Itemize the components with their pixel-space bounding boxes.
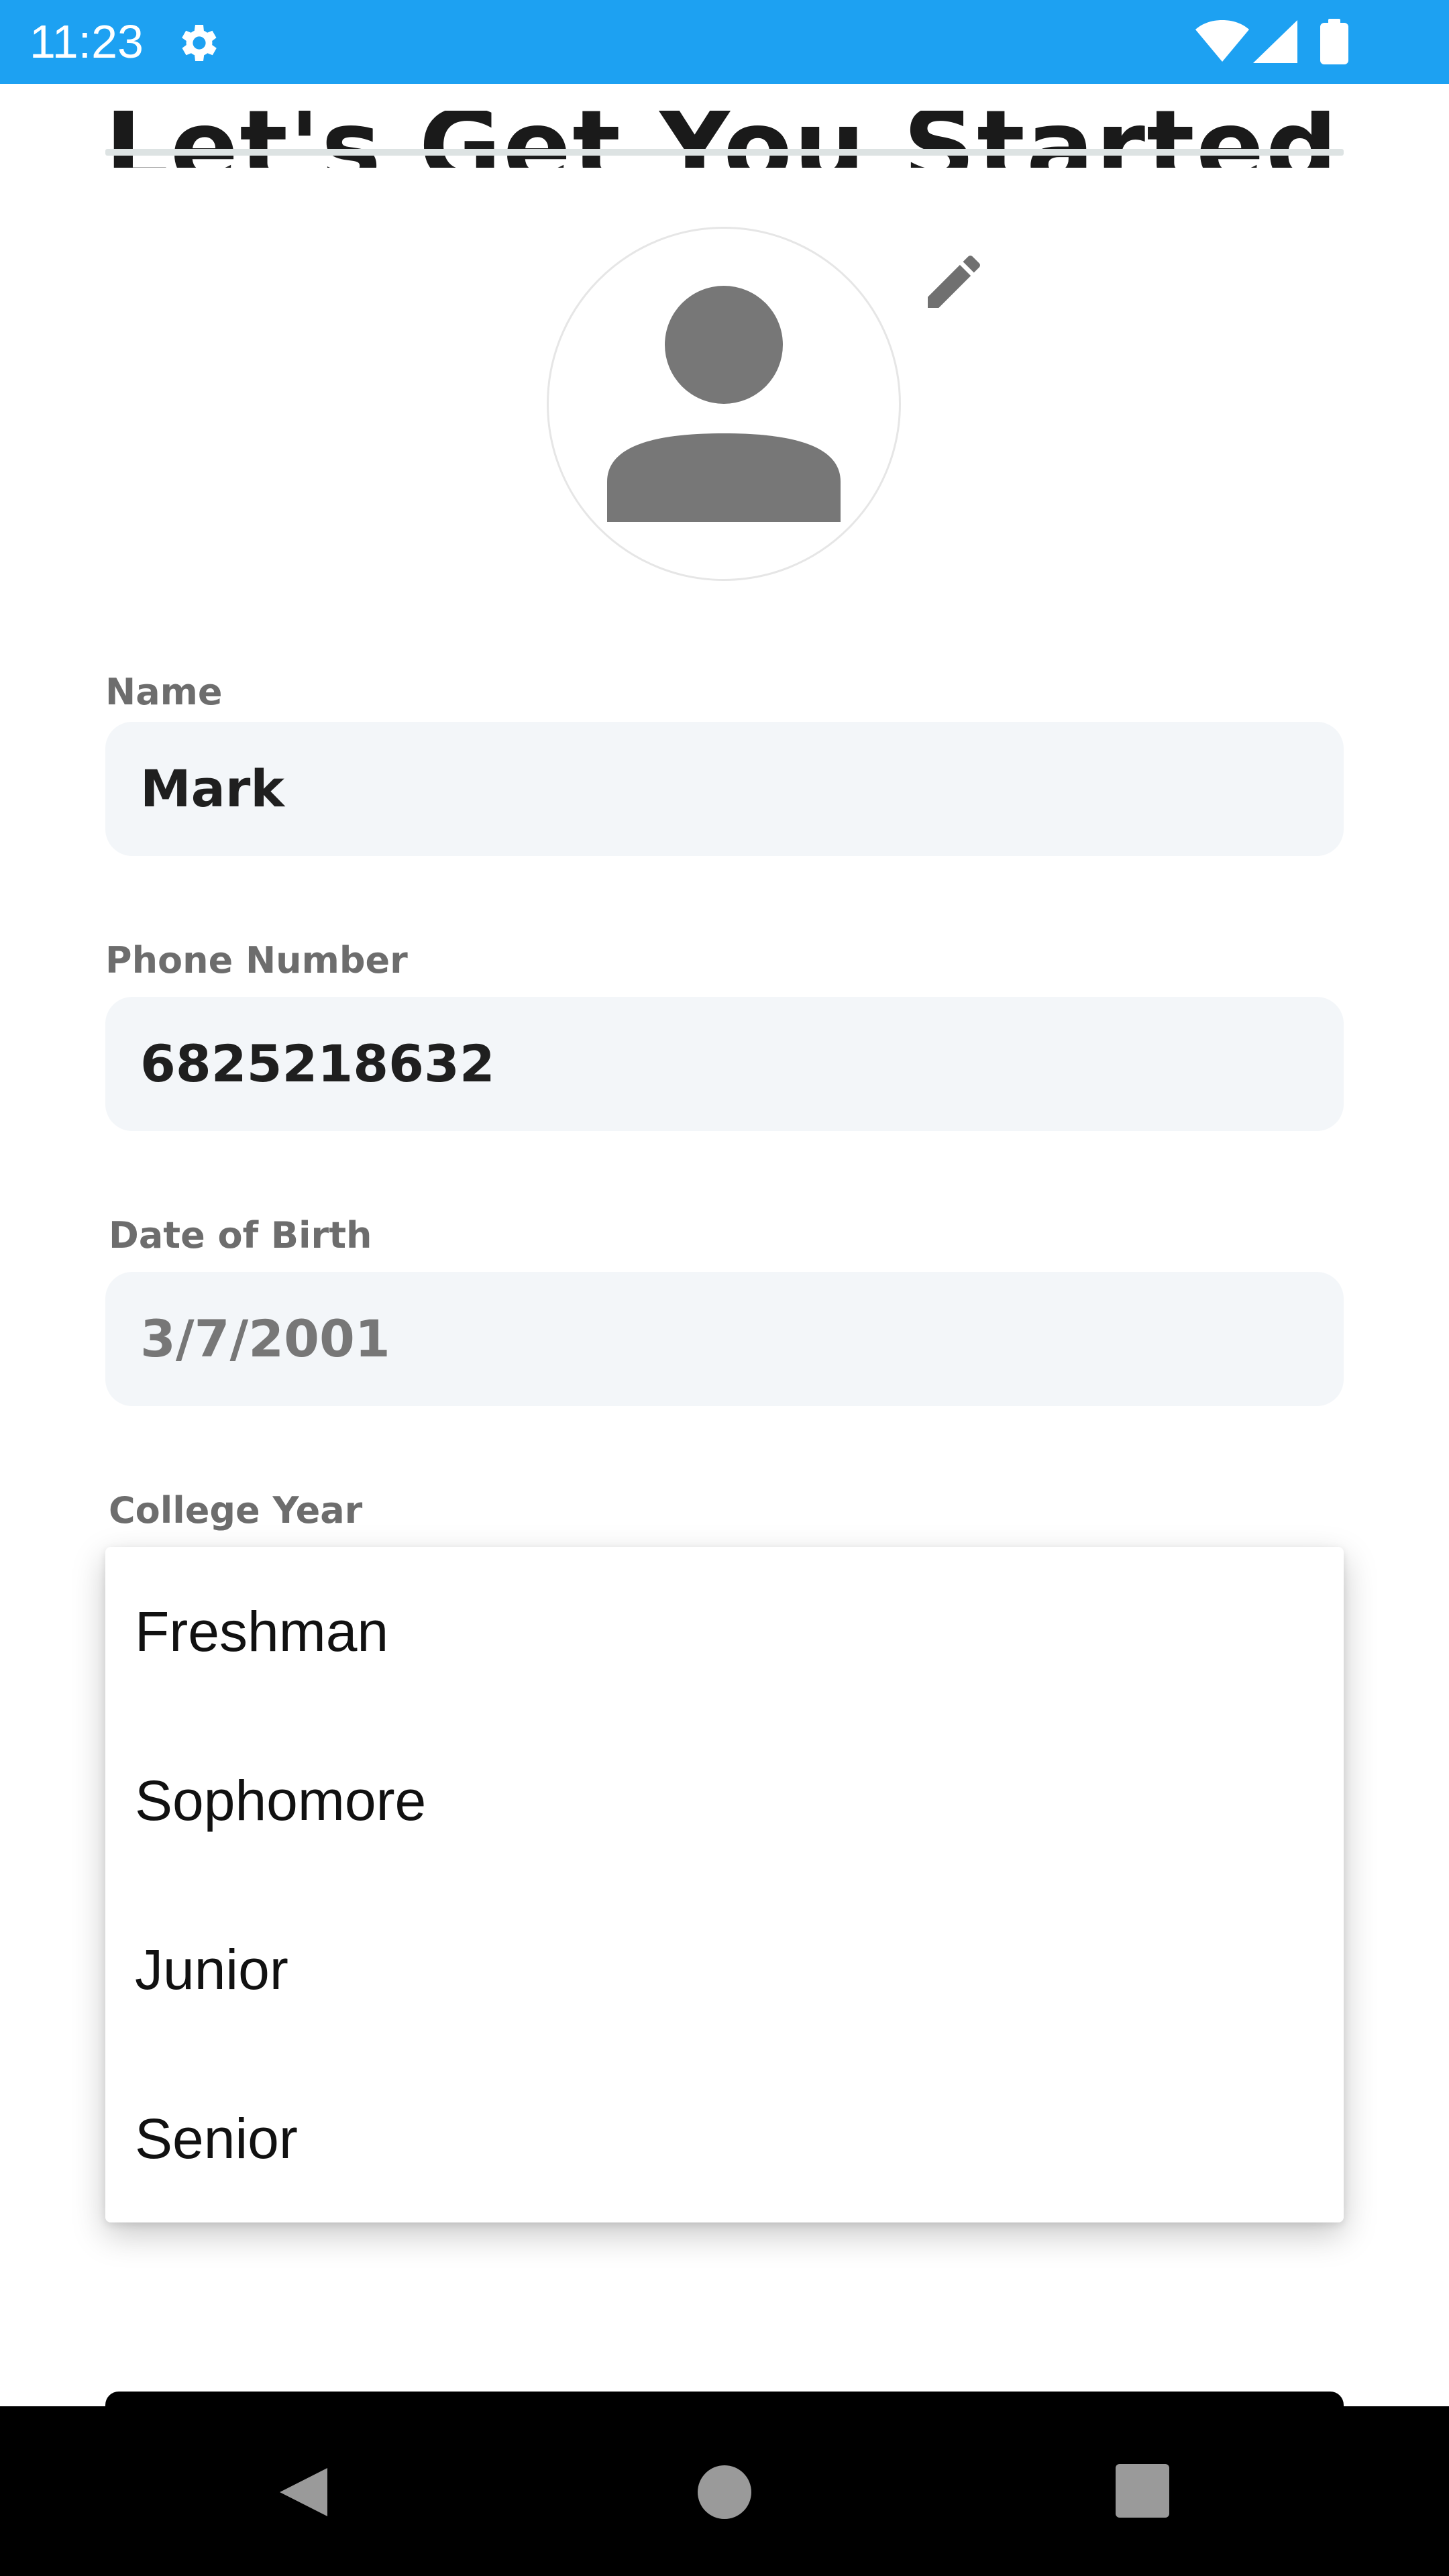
option-label: Junior bbox=[135, 1938, 288, 2001]
page-title: Let's Get You Started bbox=[105, 111, 1339, 168]
recents-icon[interactable] bbox=[1116, 2464, 1169, 2518]
option-label: Senior bbox=[135, 2107, 298, 2170]
college-year-dropdown[interactable]: Freshman Sophomore Junior Senior bbox=[105, 1547, 1344, 2222]
option-label: Sophomore bbox=[135, 1769, 427, 1832]
signal-icon bbox=[1253, 20, 1297, 63]
wifi-icon bbox=[1195, 20, 1249, 62]
option-freshman[interactable]: Freshman bbox=[105, 1547, 1344, 1716]
person-icon bbox=[607, 286, 841, 522]
pencil-icon[interactable] bbox=[919, 247, 989, 317]
option-junior[interactable]: Junior bbox=[105, 1885, 1344, 2054]
gear-icon bbox=[182, 25, 217, 61]
phone-value: 6825218632 bbox=[140, 1034, 495, 1093]
phone-label: Phone Number bbox=[105, 939, 408, 981]
battery-icon bbox=[1320, 19, 1348, 64]
name-label: Name bbox=[105, 671, 223, 713]
name-value: Mark bbox=[140, 759, 284, 818]
title-divider bbox=[105, 149, 1344, 156]
name-field[interactable]: Mark bbox=[105, 722, 1344, 856]
option-label: Freshman bbox=[135, 1600, 389, 1663]
status-time: 11:23 bbox=[30, 15, 144, 68]
status-bar: 11:23 bbox=[0, 0, 1449, 84]
home-icon[interactable] bbox=[698, 2465, 751, 2519]
dob-label: Date of Birth bbox=[109, 1214, 372, 1256]
phone-field[interactable]: 6825218632 bbox=[105, 997, 1344, 1131]
back-icon[interactable] bbox=[272, 2459, 339, 2526]
dob-value: 3/7/2001 bbox=[140, 1309, 390, 1368]
option-sophomore[interactable]: Sophomore bbox=[105, 1716, 1344, 1885]
option-senior[interactable]: Senior bbox=[105, 2054, 1344, 2223]
college-year-label: College Year bbox=[109, 1489, 363, 1532]
avatar[interactable] bbox=[547, 227, 901, 581]
dob-field[interactable]: 3/7/2001 bbox=[105, 1272, 1344, 1406]
